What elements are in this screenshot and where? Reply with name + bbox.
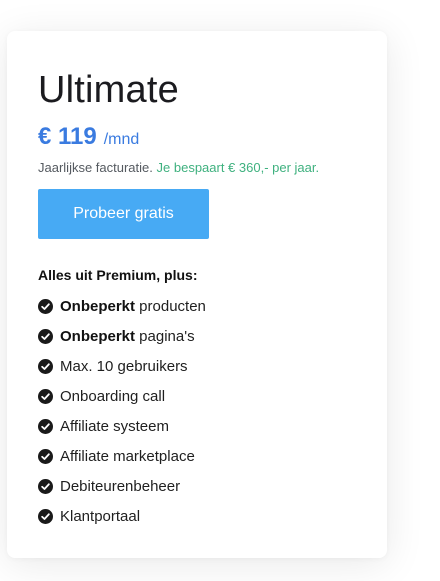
feature-bold: Onbeperkt: [60, 297, 136, 315]
feature-item: Klantportaal: [38, 501, 206, 531]
feature-item: Affiliate marketplace: [38, 441, 206, 471]
feature-text: Affiliate marketplace: [60, 447, 195, 465]
feature-item: Max. 10 gebruikers: [38, 351, 206, 381]
check-circle-icon: [38, 448, 53, 464]
feature-item: Onboarding call: [38, 381, 206, 411]
feature-text: pagina's: [135, 327, 195, 345]
check-circle-icon: [38, 328, 53, 344]
check-circle-icon: [38, 418, 53, 434]
feature-text: Klantportaal: [60, 507, 141, 525]
price-period: /mnd: [103, 131, 140, 148]
feature-text: producten: [135, 297, 206, 315]
pricing-card: Ultimate € 119 /mnd Jaarlijkse facturati…: [7, 31, 387, 558]
check-circle-icon: [38, 388, 53, 404]
check-circle-icon: [38, 358, 53, 374]
plan-price: € 119: [38, 123, 97, 150]
saving-text: Je bespaart € 360,- per jaar.: [156, 160, 320, 175]
feature-text: Max. 10 gebruikers: [60, 357, 188, 375]
feature-bold: Onbeperkt: [60, 327, 136, 345]
feature-item: Onbeperkt producten: [38, 291, 206, 321]
plan-title: Ultimate: [38, 69, 179, 111]
feature-text: Affiliate systeem: [60, 417, 169, 435]
check-circle-icon: [38, 508, 53, 524]
check-circle-icon: [38, 478, 53, 494]
feature-list: Onbeperkt producten Onbeperkt pagina's M…: [38, 291, 206, 531]
feature-item: Debiteurenbeheer: [38, 471, 206, 501]
price-row: € 119 /mnd: [38, 122, 139, 155]
features-heading: Alles uit Premium, plus:: [38, 267, 198, 283]
billing-note: Jaarlijkse facturatie. Je bespaart € 360…: [38, 159, 319, 177]
billing-text: Jaarlijkse facturatie.: [38, 160, 153, 175]
try-free-button[interactable]: Probeer gratis: [38, 189, 209, 239]
check-circle-icon: [38, 298, 53, 314]
feature-text: Debiteurenbeheer: [60, 477, 181, 495]
feature-item: Affiliate systeem: [38, 411, 206, 441]
feature-text: Onboarding call: [60, 387, 166, 405]
feature-item: Onbeperkt pagina's: [38, 321, 206, 351]
